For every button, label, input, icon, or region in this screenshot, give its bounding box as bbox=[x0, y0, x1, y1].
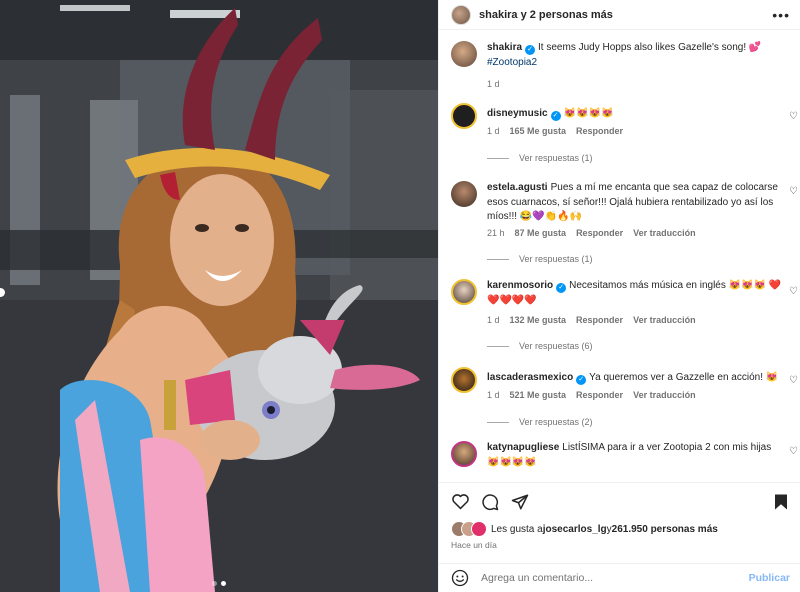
translate-button[interactable]: Ver traducción bbox=[633, 390, 696, 400]
comment-likes[interactable]: 132 Me gusta bbox=[510, 315, 567, 325]
verified-badge-icon: ✓ bbox=[576, 375, 587, 385]
reply-button[interactable]: Responder bbox=[576, 390, 623, 400]
comment-avatar[interactable] bbox=[451, 181, 477, 207]
translate-button[interactable]: Ver traducción bbox=[633, 228, 696, 238]
post-side-panel: shakira y 2 personas más ••• shakira ✓ It … bbox=[438, 0, 800, 592]
comment-icon[interactable] bbox=[481, 493, 499, 511]
view-replies-label[interactable]: Ver respuestas (2) bbox=[519, 417, 593, 427]
comment-avatar[interactable] bbox=[451, 441, 477, 467]
comment-meta: 21 h 87 Me gusta Responder Ver traducció… bbox=[487, 228, 696, 238]
caption-username[interactable]: shakira bbox=[487, 42, 522, 53]
comment-username[interactable]: karenmosorio bbox=[487, 280, 553, 291]
view-replies[interactable]: Ver respuestas (1) bbox=[487, 153, 593, 163]
comment-time[interactable]: 1 d bbox=[487, 315, 500, 325]
emoji-icon[interactable] bbox=[451, 569, 469, 587]
comment-text: lascaderasmexico ✓ Ya queremos ver a Gazze… bbox=[487, 371, 782, 386]
replies-line bbox=[487, 258, 509, 260]
translate-button[interactable]: Ver traducción bbox=[633, 315, 696, 325]
carousel-dots bbox=[212, 581, 226, 586]
comment-username[interactable]: katynapugliese bbox=[487, 442, 559, 453]
comment-text: katynapugliese ListÍSIMA para ir a ver Zo… bbox=[487, 441, 782, 470]
post-photo[interactable] bbox=[0, 0, 438, 592]
verified-badge-icon: ✓ bbox=[556, 283, 567, 293]
comment-likes[interactable]: 521 Me gusta bbox=[510, 390, 567, 400]
comment-text: disneymusic ✓ 😻😻😻😻 bbox=[487, 107, 782, 122]
caption-meta: 1 d bbox=[487, 79, 500, 89]
comment-time[interactable]: 1 d bbox=[487, 390, 500, 400]
like-comment-heart-icon[interactable]: ♡ bbox=[789, 286, 798, 297]
comment-username[interactable]: lascaderasmexico bbox=[487, 372, 573, 383]
view-replies[interactable]: Ver respuestas (6) bbox=[487, 341, 593, 351]
comment-composer: Agrega un comentario... Publicar bbox=[439, 563, 800, 592]
post-actions bbox=[439, 482, 800, 518]
comment-text: karenmosorio ✓ Necesitamos más música en i… bbox=[487, 279, 782, 308]
likes-prefix: Les gusta a bbox=[491, 523, 543, 535]
comment-username[interactable]: estela.agusti bbox=[487, 182, 548, 193]
post-header: shakira y 2 personas más ••• bbox=[439, 0, 800, 30]
comment-meta: 1 d 132 Me gusta Responder Ver traducció… bbox=[487, 315, 696, 325]
reply-button[interactable]: Responder bbox=[576, 126, 623, 136]
comment-text: estela.agusti Pues a mí me encanta que se… bbox=[487, 181, 782, 225]
caption-text: shakira ✓ It seems Judy Hopps also likes G… bbox=[487, 41, 782, 70]
post-authors[interactable]: shakira y 2 personas más bbox=[479, 9, 772, 21]
comment-message: 😻😻😻😻 bbox=[563, 108, 614, 119]
comment-message: Ya queremos ver a Gazzelle en acción! 😻 bbox=[589, 372, 779, 383]
comment-avatar[interactable] bbox=[451, 103, 477, 129]
comment-likes[interactable]: 87 Me gusta bbox=[515, 228, 567, 238]
verified-badge-icon: ✓ bbox=[550, 111, 561, 121]
like-comment-heart-icon[interactable]: ♡ bbox=[789, 111, 798, 122]
comment-input[interactable]: Agrega un comentario... bbox=[481, 572, 749, 584]
replies-line bbox=[487, 345, 509, 347]
carousel-dot-active bbox=[221, 581, 226, 586]
reply-button[interactable]: Responder bbox=[576, 228, 623, 238]
comment-avatar[interactable] bbox=[451, 367, 477, 393]
like-comment-heart-icon[interactable]: ♡ bbox=[789, 186, 798, 197]
comment-username[interactable]: disneymusic bbox=[487, 108, 548, 119]
like-comment-heart-icon[interactable]: ♡ bbox=[789, 446, 798, 457]
replies-line bbox=[487, 157, 509, 159]
carousel-dot bbox=[212, 581, 217, 586]
comment-likes[interactable]: 165 Me gusta bbox=[510, 126, 567, 136]
caption-time[interactable]: 1 d bbox=[487, 79, 500, 89]
liker-username[interactable]: josecarlos_lg bbox=[543, 524, 607, 535]
likes-summary: Les gusta a josecarlos_lg y 261.950 pers… bbox=[451, 521, 788, 537]
replies-line bbox=[487, 421, 509, 423]
view-replies-label[interactable]: Ver respuestas (1) bbox=[519, 254, 593, 264]
caption-avatar[interactable] bbox=[451, 41, 477, 67]
likes-count[interactable]: 261.950 personas más bbox=[612, 524, 718, 535]
comment-meta: 1 d 521 Me gusta Responder Ver traducció… bbox=[487, 390, 696, 400]
comment-avatar[interactable] bbox=[451, 279, 477, 305]
liker-avatar bbox=[471, 521, 487, 537]
author-avatar[interactable] bbox=[451, 4, 471, 25]
save-bookmark-icon[interactable] bbox=[773, 493, 789, 511]
comment-meta: 1 d 165 Me gusta Responder bbox=[487, 126, 623, 136]
liker-avatars[interactable] bbox=[451, 521, 489, 537]
verified-badge-icon: ✓ bbox=[525, 45, 536, 55]
view-replies-label[interactable]: Ver respuestas (6) bbox=[519, 341, 593, 351]
publish-button[interactable]: Publicar bbox=[749, 572, 790, 584]
share-icon[interactable] bbox=[511, 493, 529, 511]
more-horizontal-icon[interactable]: ••• bbox=[772, 7, 790, 23]
instagram-post-viewer: shakira y 2 personas más ••• shakira ✓ It … bbox=[0, 0, 800, 592]
photo-illustration bbox=[0, 0, 438, 592]
comment-time[interactable]: 1 d bbox=[487, 126, 500, 136]
post-time[interactable]: Hace un día bbox=[451, 540, 497, 550]
like-comment-heart-icon[interactable]: ♡ bbox=[789, 375, 798, 386]
comments-list[interactable]: shakira ✓ It seems Judy Hopps also likes G… bbox=[439, 31, 800, 481]
caption-message: It seems Judy Hopps also likes Gazelle's… bbox=[538, 42, 762, 53]
caption-hashtag[interactable]: #Zootopia2 bbox=[487, 57, 537, 68]
view-replies[interactable]: Ver respuestas (1) bbox=[487, 254, 593, 264]
comment-time[interactable]: 21 h bbox=[487, 228, 505, 238]
like-heart-icon[interactable] bbox=[451, 493, 470, 510]
reply-button[interactable]: Responder bbox=[576, 315, 623, 325]
view-replies[interactable]: Ver respuestas (2) bbox=[487, 417, 593, 427]
view-replies-label[interactable]: Ver respuestas (1) bbox=[519, 153, 593, 163]
